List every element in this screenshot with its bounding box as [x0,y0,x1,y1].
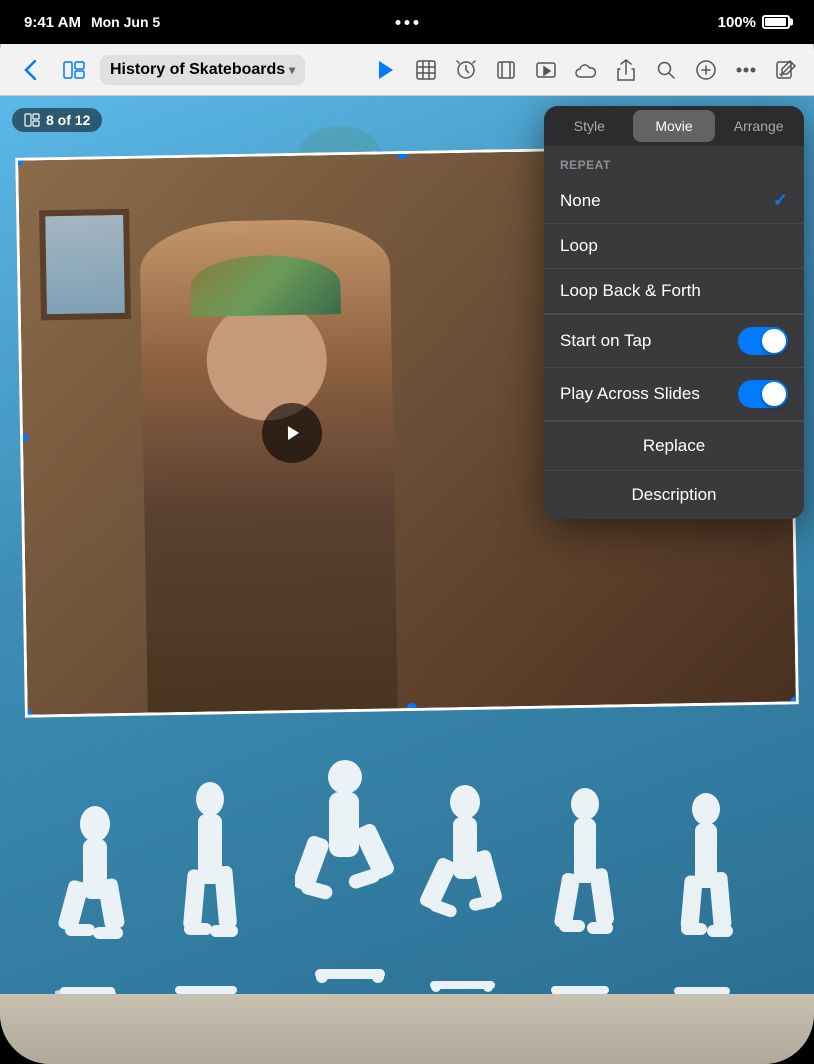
slide-area: 8 of 12 [0,96,814,1064]
slide-badge: 8 of 12 [12,108,102,132]
layers-button[interactable] [490,54,522,86]
date-display: Mon Jun 5 [91,14,160,30]
more-options-button[interactable] [730,54,762,86]
chevron-down-icon: ▾ [289,63,295,77]
popup-panel: Style Movie Arrange REPEAT None ✓ Loop L… [544,106,804,519]
start-on-tap-row[interactable]: Start on Tap [544,315,804,368]
resize-handle-bottom-left[interactable] [23,710,33,718]
toolbar: History of Skateboards ▾ [0,44,814,96]
status-bar-left: 9:41 AM Mon Jun 5 [24,14,160,31]
toggle-knob-2 [762,382,786,406]
cloud-button[interactable] [570,54,602,86]
repeat-loop-label: Loop [560,236,788,256]
add-button[interactable] [690,54,722,86]
tab-style[interactable]: Style [548,110,631,142]
back-button[interactable] [12,52,48,88]
battery-percentage: 100% [718,14,756,31]
tab-movie[interactable]: Movie [633,110,716,142]
popup-tabs: Style Movie Arrange [544,106,804,146]
replace-button[interactable]: Replace [544,422,804,471]
repeat-none-label: None [560,191,773,211]
slide-number: 8 of 12 [46,112,90,128]
notch-dots [396,20,419,25]
checkmark-icon: ✓ [773,190,788,211]
repeat-none-option[interactable]: None ✓ [544,178,804,224]
clock-button[interactable] [450,54,482,86]
time-display: 9:41 AM [24,14,81,31]
ground [0,994,814,1064]
description-button[interactable]: Description [544,471,804,519]
table-button[interactable] [410,54,442,86]
skater-silhouettes [0,769,814,999]
toggle-knob-1 [762,329,786,353]
repeat-section-label: REPEAT [544,146,804,178]
repeat-loop-backforth-option[interactable]: Loop Back & Forth [544,269,804,314]
slides-panel-button[interactable] [56,52,92,88]
repeat-loop-backforth-label: Loop Back & Forth [560,281,788,301]
start-on-tap-toggle[interactable] [738,327,788,355]
status-bar: 9:41 AM Mon Jun 5 100% [0,0,814,44]
play-button[interactable] [370,54,402,86]
document-title[interactable]: History of Skateboards ▾ [100,55,305,85]
edit-button[interactable] [770,54,802,86]
play-across-slides-toggle[interactable] [738,380,788,408]
start-on-tap-label: Start on Tap [560,331,738,351]
device-frame: 9:41 AM Mon Jun 5 100% [0,0,814,1064]
tab-arrange[interactable]: Arrange [717,110,800,142]
battery-icon [762,15,790,29]
play-across-slides-label: Play Across Slides [560,384,738,404]
title-text: History of Skateboards [110,61,285,79]
play-across-slides-row[interactable]: Play Across Slides [544,368,804,421]
share-button[interactable] [610,54,642,86]
status-bar-right: 100% [718,14,790,31]
media-button[interactable] [530,54,562,86]
repeat-loop-option[interactable]: Loop [544,224,804,269]
search-button[interactable] [650,54,682,86]
